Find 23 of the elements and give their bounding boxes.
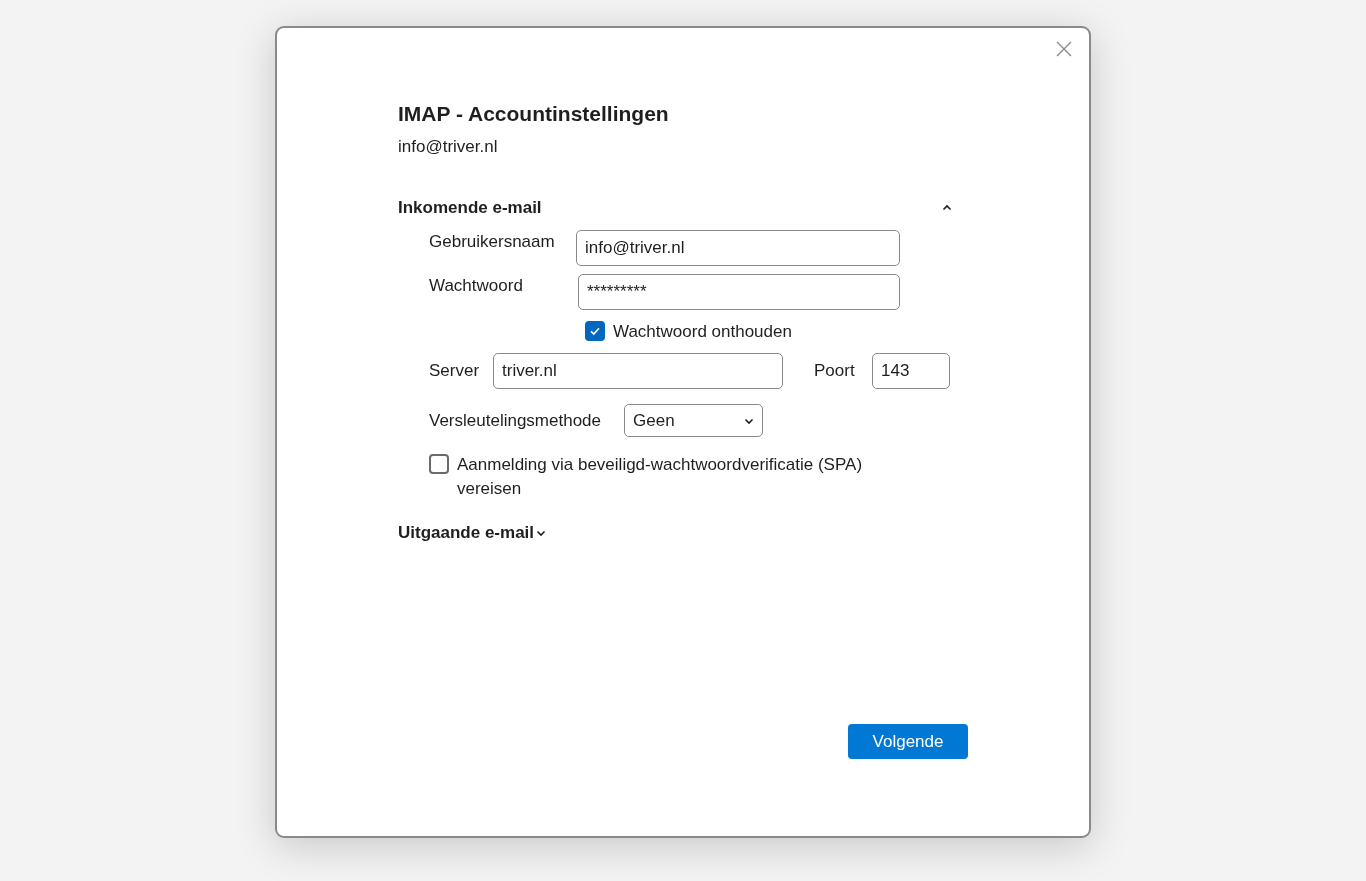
dialog-title: IMAP - Accountinstellingen (398, 101, 670, 127)
checkbox-label: Aanmelding via beveiligd-wachtwoordverificatie (SPA) vereisen (457, 454, 864, 500)
account-email: info@triver.nl (398, 136, 499, 158)
field-label: Gebruikersnaam (429, 231, 556, 253)
port-field[interactable]: 143 (872, 353, 950, 389)
server-field[interactable]: triver.nl (493, 353, 783, 389)
next-button[interactable]: Volgende (848, 724, 968, 759)
username-field[interactable]: info@triver.nl (576, 230, 900, 266)
checkmark-icon (589, 325, 601, 337)
field-label: Wachtwoord (429, 275, 524, 297)
field-label: Poort (814, 360, 856, 382)
checkbox[interactable] (429, 454, 449, 474)
encryption-dropdown[interactable]: Geen (624, 404, 763, 437)
field-label: Versleutelingsmethode (429, 409, 602, 432)
checkbox[interactable] (585, 321, 605, 341)
chevron-down-icon (536, 528, 547, 538)
chevron-up-icon (942, 203, 952, 213)
section-header[interactable]: Uitgaande e-mail (398, 523, 547, 543)
close-icon[interactable] (1055, 40, 1073, 58)
password-field[interactable]: ********* (578, 274, 900, 310)
section-header[interactable]: Inkomende e-mail (398, 198, 968, 218)
field-label: Server (429, 360, 481, 382)
checkbox-label: Wachtwoord onthouden (613, 321, 792, 343)
